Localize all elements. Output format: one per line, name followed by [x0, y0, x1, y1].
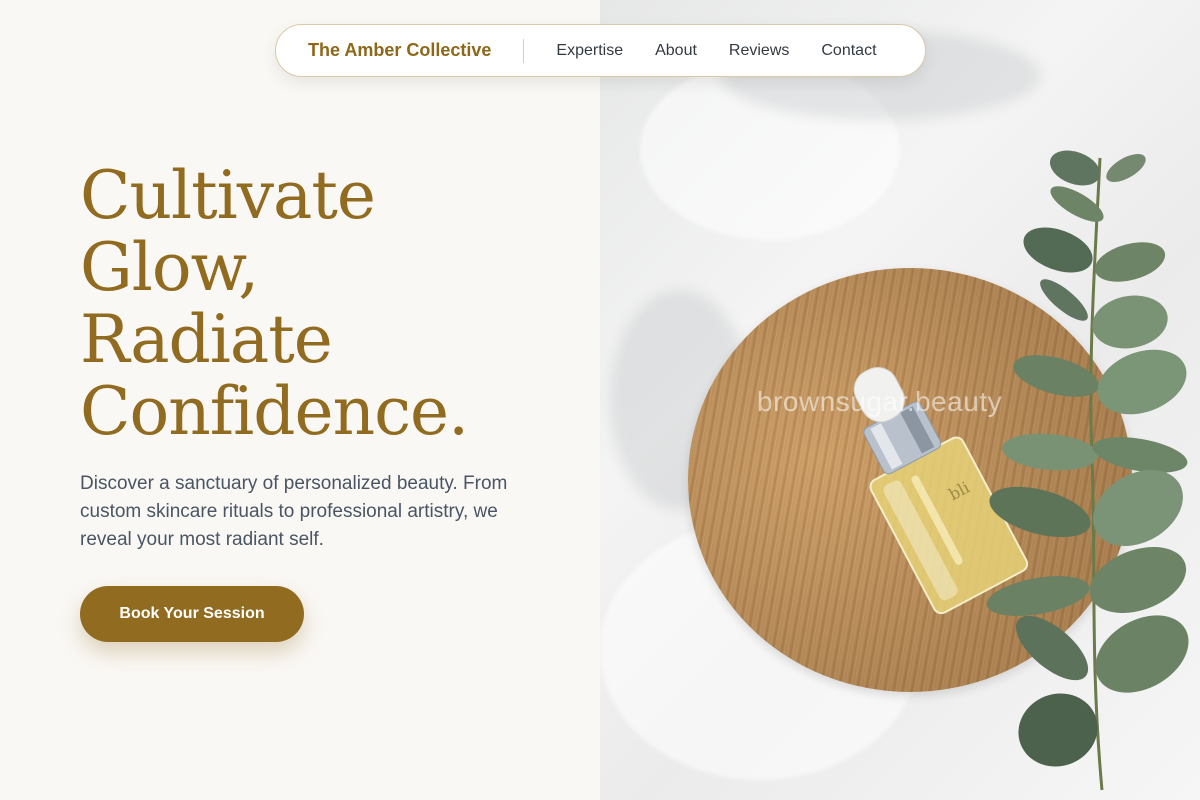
nav-links: Expertise About Reviews Contact — [556, 42, 876, 60]
nav-link-expertise[interactable]: Expertise — [556, 42, 623, 60]
headline-line: Radiate — [80, 301, 333, 378]
nav-link-reviews[interactable]: Reviews — [729, 42, 789, 60]
headline-line: Glow, — [80, 229, 259, 306]
headline-line: Confidence. — [80, 373, 469, 450]
watermark: brownsugar.beauty — [757, 386, 1003, 417]
nav-link-contact[interactable]: Contact — [821, 42, 876, 60]
top-navigation: The Amber Collective Expertise About Rev… — [275, 24, 926, 77]
hero-headline: Cultivate Glow, Radiate Confidence. — [80, 160, 580, 448]
tray-shadow — [688, 268, 1132, 692]
nav-divider — [523, 38, 525, 63]
brand-logo-link[interactable]: The Amber Collective — [308, 40, 491, 61]
hero-subtext: Discover a sanctuary of personalized bea… — [80, 473, 508, 550]
headline-line: Cultivate — [80, 157, 376, 234]
nav-link-about[interactable]: About — [655, 42, 697, 60]
book-session-button[interactable]: Book Your Session — [80, 586, 304, 642]
